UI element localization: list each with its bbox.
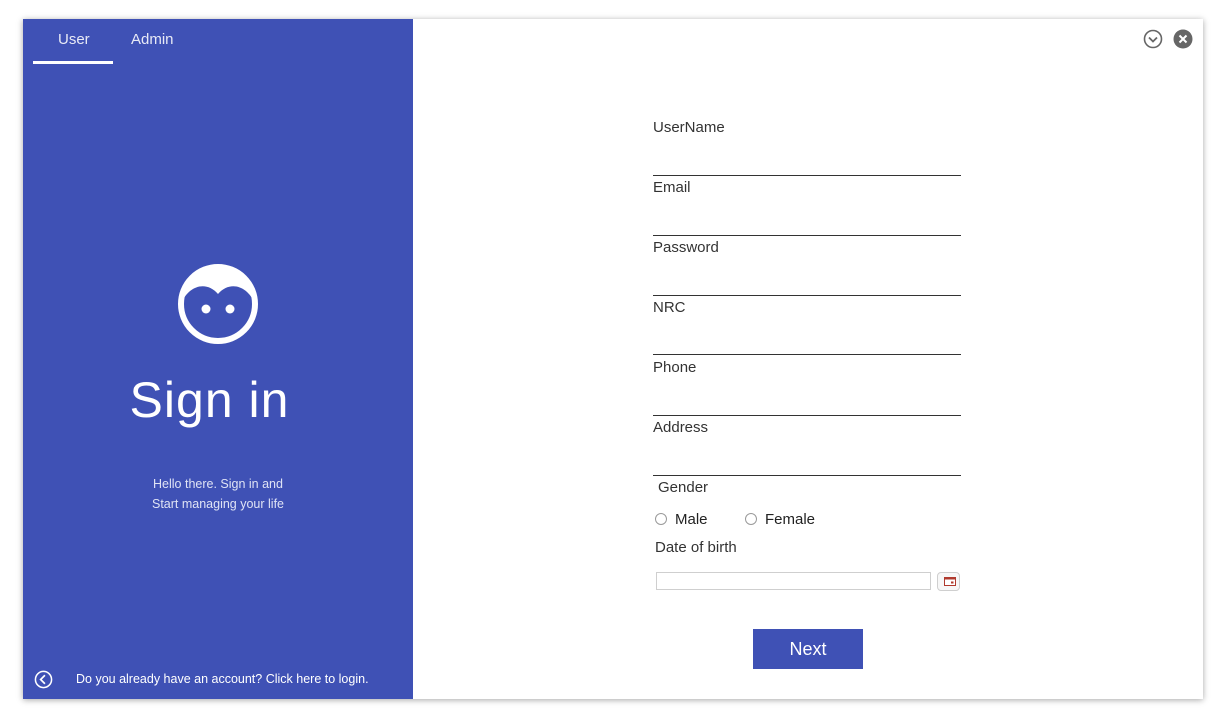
phone-label: Phone [653,359,697,376]
nrc-input[interactable] [653,334,961,355]
close-circle-icon[interactable] [1173,29,1193,49]
address-input[interactable] [653,455,961,476]
left-panel: User Admin Sign in Hello there. Sign in … [23,19,413,699]
face-icon [178,264,258,344]
page-title: Sign in [129,372,290,428]
gender-label: Gender [658,479,709,496]
username-input[interactable] [653,155,961,176]
address-label: Address [653,419,709,436]
calendar-button[interactable] [937,572,960,591]
tagline-line-1: Hello there. Sign in and [153,477,283,491]
email-input[interactable] [653,215,961,236]
tab-admin[interactable]: Admin [131,31,174,48]
email-label: Email [653,179,691,196]
username-label: UserName [653,119,725,136]
tab-user[interactable]: User [58,31,90,48]
chevron-down-circle-icon[interactable] [1143,29,1163,49]
password-label: Password [653,239,719,256]
next-button[interactable]: Next [753,629,863,669]
phone-input[interactable] [653,395,961,416]
dob-label: Date of birth [655,539,737,556]
female-radio[interactable] [745,513,757,525]
dob-input[interactable] [656,572,931,590]
male-radio-label[interactable]: Male [675,511,708,528]
chevron-left-circle-icon[interactable] [34,670,53,689]
tagline-line-2: Start managing your life [151,497,284,511]
login-link[interactable]: Do you already have an account? Click he… [76,672,369,686]
nrc-label: NRC [653,299,686,316]
signup-window: User Admin Sign in Hello there. Sign in … [23,19,1203,699]
active-tab-indicator [33,61,113,64]
calendar-icon [944,577,956,586]
female-radio-label[interactable]: Female [765,511,815,528]
male-radio[interactable] [655,513,667,525]
password-input[interactable] [653,275,961,296]
